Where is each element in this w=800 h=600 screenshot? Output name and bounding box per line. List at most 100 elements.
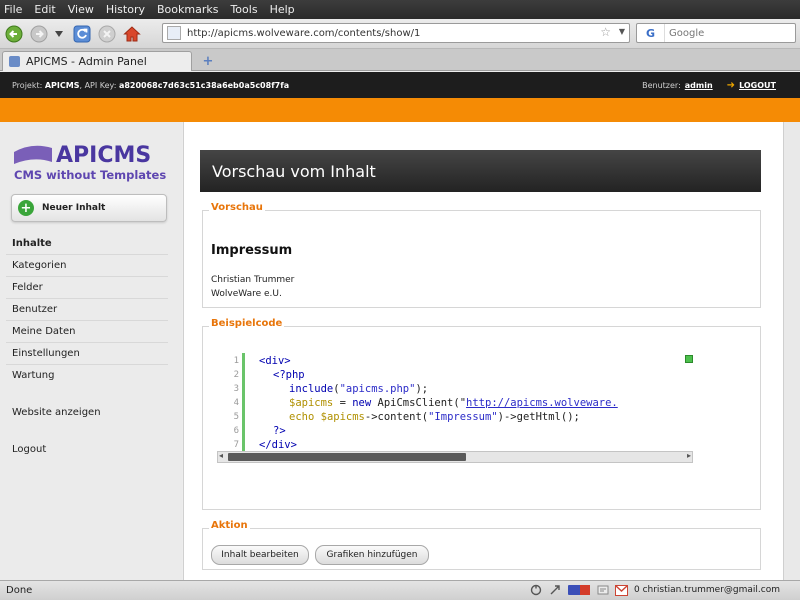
plus-icon: + xyxy=(18,200,34,216)
code-token: ?> xyxy=(273,425,286,437)
status-text: Done xyxy=(6,585,33,596)
reload-icon xyxy=(73,25,91,42)
url-input[interactable] xyxy=(187,27,587,39)
code-line: </div> xyxy=(259,439,297,451)
status-icons: 0 christian.trummer@gmail.com xyxy=(529,584,780,596)
menu-bookmarks[interactable]: Bookmarks xyxy=(157,3,218,16)
gmail-icon[interactable] xyxy=(615,584,629,596)
apikey-value: a820068c7d63c51c38a6eb0a5c08f7fa xyxy=(118,80,290,90)
sidebar-item-logout[interactable]: Logout xyxy=(6,439,168,461)
code-line: <div> xyxy=(259,355,291,367)
line-number: 6 xyxy=(233,426,239,436)
code-token: $apicms xyxy=(320,411,365,423)
search-bar[interactable]: G xyxy=(636,23,796,43)
sync-icon[interactable] xyxy=(529,584,543,596)
projekt-name: APICMS xyxy=(44,80,80,90)
code-token: ->content( xyxy=(364,411,429,423)
nav-separator xyxy=(6,424,168,439)
back-button[interactable] xyxy=(4,24,24,44)
user-link[interactable]: admin xyxy=(685,81,713,90)
scrollbar-thumb[interactable] xyxy=(228,453,466,461)
content-title: Impressum xyxy=(211,243,293,258)
code-horizontal-scrollbar[interactable]: ◂ ▸ xyxy=(217,451,693,463)
add-graphics-button[interactable]: Grafiken hinzufügen xyxy=(315,545,429,565)
line-number: 2 xyxy=(233,370,239,380)
sidebar-item-website[interactable]: Website anzeigen xyxy=(6,402,168,424)
code-legend: Beispielcode xyxy=(209,318,285,329)
addon-icon[interactable] xyxy=(548,584,562,596)
menu-tools[interactable]: Tools xyxy=(230,3,257,16)
code-url-link[interactable]: http://apicms.wolveware. xyxy=(466,397,618,409)
site-identity-icon[interactable] xyxy=(167,26,181,40)
gmail-account[interactable]: christian.trummer@gmail.com xyxy=(643,585,780,595)
code-token: )->getHtml(); xyxy=(497,411,580,423)
menu-file[interactable]: File xyxy=(4,3,22,16)
forward-arrow-icon xyxy=(30,25,48,42)
url-bar[interactable]: ☆ ▼ xyxy=(162,23,630,43)
url-dropdown-icon[interactable]: ▼ xyxy=(619,27,625,36)
menu-edit[interactable]: Edit xyxy=(34,3,55,16)
edit-content-button[interactable]: Inhalt bearbeiten xyxy=(211,545,309,565)
search-engine-icon[interactable]: G xyxy=(637,24,665,42)
sidebar-item-meine-daten[interactable]: Meine Daten xyxy=(6,321,168,343)
dictionary-icon[interactable] xyxy=(596,584,610,596)
line-number: 3 xyxy=(233,384,239,394)
navigation-toolbar: ☆ ▼ G xyxy=(0,19,800,49)
forward-button[interactable] xyxy=(29,24,49,44)
address-line: Christian Trummer xyxy=(211,275,295,285)
main-content: Vorschau vom Inhalt Vorschau Impressum C… xyxy=(183,122,783,580)
history-dropdown[interactable] xyxy=(54,24,64,44)
new-tab-button[interactable]: + xyxy=(200,53,216,69)
action-legend: Aktion xyxy=(209,520,250,531)
code-token: <?php xyxy=(273,369,305,381)
stop-button[interactable] xyxy=(97,24,117,44)
expand-code-icon[interactable] xyxy=(685,355,693,363)
bookmark-star-icon[interactable]: ☆ xyxy=(600,25,611,39)
line-number: 4 xyxy=(233,398,239,408)
code-token: </div> xyxy=(259,439,297,451)
logo-subtitle: CMS without Templates xyxy=(14,168,166,182)
apicms-logo[interactable]: APICMS CMS without Templates xyxy=(12,136,170,184)
line-number: 7 xyxy=(233,440,239,450)
sidebar-item-benutzer[interactable]: Benutzer xyxy=(6,299,168,321)
sidebar-item-kategorien[interactable]: Kategorien xyxy=(6,255,168,277)
code-token: = xyxy=(333,397,353,409)
header-user-area: Benutzer: admin ➜ LOGOUT xyxy=(642,80,776,91)
reload-button[interactable] xyxy=(72,24,92,44)
sidebar-nav: Inhalte Kategorien Felder Benutzer Meine… xyxy=(6,233,168,461)
sidebar: APICMS CMS without Templates + Neuer Inh… xyxy=(0,122,182,580)
code-line: <?php xyxy=(273,369,305,381)
logout-link[interactable]: LOGOUT xyxy=(739,81,776,90)
sidebar-item-felder[interactable]: Felder xyxy=(6,277,168,299)
line-number: 1 xyxy=(233,356,239,366)
menu-view[interactable]: View xyxy=(68,3,94,16)
code-token: include xyxy=(289,383,334,395)
code-token: "apicms.php" xyxy=(339,383,416,395)
code-block[interactable]: 1 2 3 4 5 6 7 <div> <?php include("apicm… xyxy=(217,353,693,463)
sidebar-item-einstellungen[interactable]: Einstellungen xyxy=(6,343,168,365)
sidebar-item-inhalte[interactable]: Inhalte xyxy=(6,233,168,255)
benutzer-label: Benutzer: xyxy=(642,81,681,90)
line-number: 5 xyxy=(233,412,239,422)
firebug-icon[interactable] xyxy=(567,584,591,596)
page-vertical-scrollbar[interactable] xyxy=(783,122,800,580)
code-token: new xyxy=(352,397,372,409)
scroll-right-icon[interactable]: ▸ xyxy=(687,451,691,460)
back-arrow-icon xyxy=(5,25,23,42)
scroll-left-icon[interactable]: ◂ xyxy=(219,451,223,460)
logout-arrow-icon: ➜ xyxy=(726,80,736,91)
action-fieldset: Aktion Inhalt bearbeiten Grafiken hinzuf… xyxy=(202,520,761,570)
tab-apicms[interactable]: APICMS - Admin Panel xyxy=(2,51,192,71)
code-token: $apicms xyxy=(289,397,334,409)
new-content-label: Neuer Inhalt xyxy=(42,203,106,213)
mail-count: 0 xyxy=(633,585,640,595)
home-button[interactable] xyxy=(122,24,142,44)
search-input[interactable] xyxy=(665,27,785,39)
sidebar-item-wartung[interactable]: Wartung xyxy=(6,365,168,387)
menu-help[interactable]: Help xyxy=(270,3,295,16)
menu-history[interactable]: History xyxy=(106,3,145,16)
tab-strip: APICMS - Admin Panel + xyxy=(0,49,800,71)
code-token: "Impressum" xyxy=(428,411,498,423)
new-content-button[interactable]: + Neuer Inhalt xyxy=(11,194,167,222)
stop-icon xyxy=(98,25,116,42)
